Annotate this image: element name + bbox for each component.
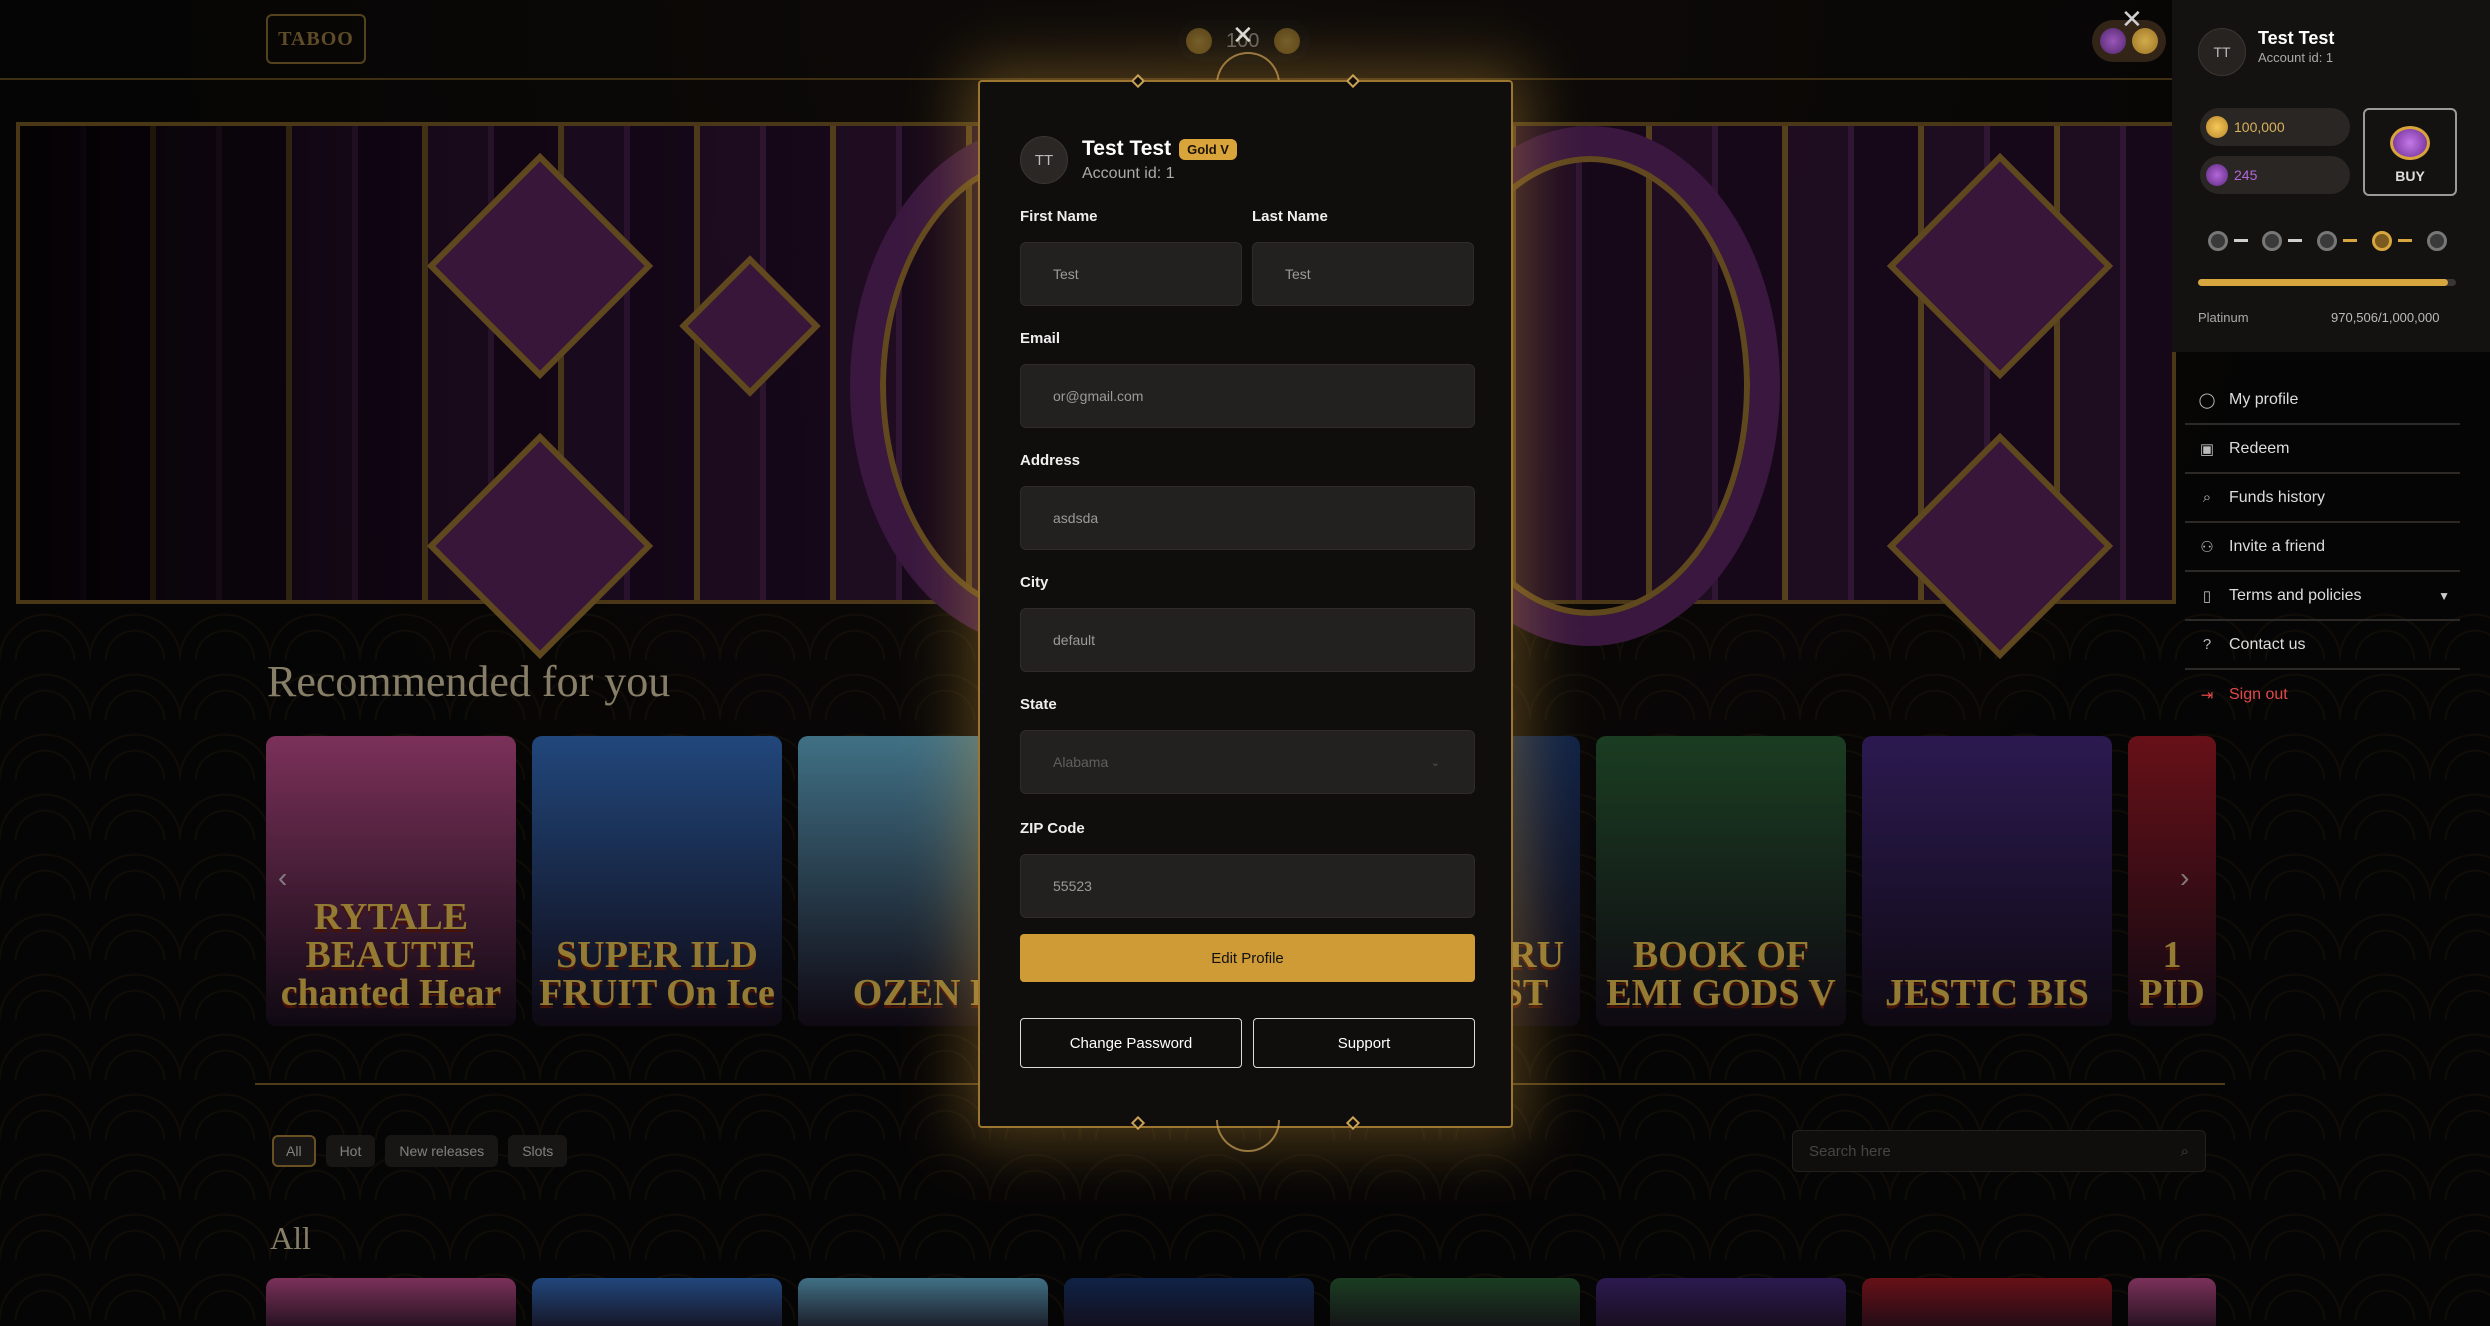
modal-header: TT Test Test Gold V Account id: 1 bbox=[1020, 136, 1237, 184]
tier-progress-fill bbox=[2198, 279, 2449, 286]
menu-item-label: My profile bbox=[2229, 390, 2299, 408]
tier-progress-bar bbox=[2198, 279, 2456, 286]
menu-item-terms-and-policies[interactable]: ▯ Terms and policies ▼ bbox=[2185, 572, 2460, 621]
panel-avatar: TT bbox=[2198, 28, 2246, 76]
menu-item-label: Contact us bbox=[2229, 635, 2306, 653]
menu-item-label: Terms and policies bbox=[2229, 586, 2362, 604]
menu-item-label: Redeem bbox=[2229, 439, 2290, 457]
last-name-label: Last Name bbox=[1252, 208, 1328, 225]
tier-points: 970,506/1,000,000 bbox=[2331, 310, 2440, 325]
account-menu: ◯ My profile ▣ Redeem ⌕ Funds history ⚇ Invite … bbox=[2185, 376, 2460, 719]
state-label: State bbox=[1020, 696, 1057, 713]
change-password-button[interactable]: Change Password bbox=[1020, 1018, 1242, 1068]
profile-name: Test Test bbox=[1082, 137, 1172, 160]
address-label: Address bbox=[1020, 452, 1081, 469]
level-connector bbox=[2343, 239, 2357, 242]
menu-item-sign-out[interactable]: ⇥ Sign out bbox=[2185, 670, 2460, 719]
city-field[interactable]: default bbox=[1020, 608, 1475, 672]
first-name-label: First Name bbox=[1020, 208, 1098, 225]
menu-item-redeem[interactable]: ▣ Redeem bbox=[2185, 425, 2460, 474]
document-icon: ▯ bbox=[2202, 587, 2212, 605]
level-node bbox=[2208, 231, 2228, 251]
edit-profile-button[interactable]: Edit Profile bbox=[1020, 934, 1475, 982]
level-connector bbox=[2398, 239, 2412, 242]
zip-field[interactable]: 55523 bbox=[1020, 854, 1475, 918]
menu-item-invite-a-friend[interactable]: ⚇ Invite a friend bbox=[2185, 523, 2460, 572]
profile-name-row: Test Test Gold V bbox=[1082, 137, 1237, 161]
panel-gem-balance[interactable]: 245 bbox=[2200, 156, 2350, 194]
panel-username: Test Test bbox=[2258, 28, 2335, 48]
chevron-down-icon: ⌄ bbox=[1430, 756, 1440, 769]
menu-item-my-profile[interactable]: ◯ My profile bbox=[2185, 376, 2460, 425]
email-label: Email bbox=[1020, 330, 1061, 347]
state-select[interactable]: Alabama ⌄ bbox=[1020, 730, 1475, 794]
city-label: City bbox=[1020, 574, 1049, 591]
modal-corner-ornament bbox=[1130, 1115, 1146, 1131]
level-node bbox=[2427, 231, 2447, 251]
menu-item-label: Invite a friend bbox=[2229, 537, 2326, 555]
vip-badge: Gold V bbox=[1179, 138, 1237, 160]
help-icon: ? bbox=[2202, 636, 2212, 653]
last-name-field[interactable]: Test bbox=[1252, 242, 1474, 306]
tier-name: Platinum bbox=[2198, 310, 2249, 325]
add-user-icon: ⚇ bbox=[2200, 538, 2214, 556]
email-field[interactable]: or@gmail.com bbox=[1020, 364, 1475, 428]
edit-profile-modal: TT Test Test Gold V Account id: 1 First … bbox=[978, 73, 1513, 1131]
coin-stack-icon bbox=[2390, 126, 2430, 160]
coin-icon bbox=[2206, 116, 2228, 138]
modal-close-icon[interactable]: ✕ bbox=[1232, 20, 1254, 51]
level-connector bbox=[2234, 239, 2248, 242]
modal-corner-ornament bbox=[1345, 1115, 1361, 1131]
support-button[interactable]: Support bbox=[1253, 1018, 1475, 1068]
panel-gem-value: 245 bbox=[2234, 167, 2258, 183]
level-connector bbox=[2288, 239, 2302, 242]
address-field[interactable]: asdsda bbox=[1020, 486, 1475, 550]
panel-coin-balance[interactable]: 100,000 bbox=[2200, 108, 2350, 146]
chevron-down-icon[interactable]: ▼ bbox=[2438, 589, 2450, 603]
menu-item-label: Funds history bbox=[2229, 488, 2326, 506]
menu-item-label: Sign out bbox=[2229, 685, 2288, 703]
search-icon: ⌕ bbox=[2202, 489, 2212, 506]
zip-label: ZIP Code bbox=[1020, 820, 1085, 837]
redeem-icon: ▣ bbox=[2199, 440, 2215, 458]
avatar: TT bbox=[1020, 136, 1068, 184]
state-select-value: Alabama bbox=[1053, 754, 1109, 770]
menu-item-funds-history[interactable]: ⌕ Funds history bbox=[2185, 474, 2460, 523]
panel-coin-value: 100,000 bbox=[2234, 119, 2285, 135]
level-node bbox=[2262, 231, 2282, 251]
level-node bbox=[2372, 231, 2392, 251]
buy-button[interactable]: BUY bbox=[2363, 108, 2457, 196]
user-icon: ◯ bbox=[2198, 391, 2216, 409]
first-name-field[interactable]: Test bbox=[1020, 242, 1242, 306]
profile-account-id: Account id: 1 bbox=[1082, 165, 1175, 182]
menu-item-contact-us[interactable]: ? Contact us bbox=[2185, 621, 2460, 670]
level-node bbox=[2317, 231, 2337, 251]
panel-account-id: Account id: 1 bbox=[2258, 50, 2334, 65]
buy-label: BUY bbox=[2395, 168, 2425, 184]
gem-icon bbox=[2206, 164, 2228, 186]
panel-close-icon[interactable]: ✕ bbox=[2121, 4, 2143, 35]
sign-out-icon: ⇥ bbox=[2200, 686, 2214, 704]
